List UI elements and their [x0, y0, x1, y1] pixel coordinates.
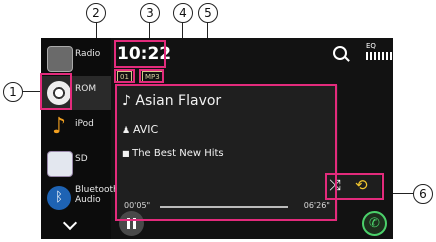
source-item-radio[interactable]: Radio [41, 41, 111, 75]
source-label: iPod [75, 119, 94, 129]
callout-6: 6 [413, 184, 433, 204]
radio-icon [47, 46, 73, 72]
callout-3: 3 [140, 3, 160, 23]
leader-1 [22, 91, 42, 92]
sd-card-icon [47, 151, 73, 177]
music-note-icon: ♪ [51, 114, 67, 139]
eq-label: EQ [366, 42, 376, 50]
highlight-source-rom [40, 73, 72, 110]
source-label: SD [75, 154, 88, 164]
source-item-sd[interactable]: SD [41, 146, 111, 180]
highlight-track-panel [115, 84, 337, 221]
callout-2: 2 [86, 3, 106, 23]
highlight-clock [114, 40, 166, 68]
highlight-format-badge [139, 69, 164, 83]
source-sidebar: Radio ROM ♪ iPod SD ᛒ Bluetooth Audio [41, 38, 119, 239]
phone-icon: ✆ [369, 216, 380, 231]
phone-button[interactable]: ✆ [362, 211, 387, 236]
callout-4: 4 [173, 3, 193, 23]
search-icon-handle [344, 56, 350, 62]
eq-button[interactable]: EQ [366, 42, 393, 62]
bluetooth-icon: ᛒ [47, 186, 71, 210]
chevron-down-icon[interactable] [62, 215, 78, 231]
highlight-track-badge [114, 69, 135, 83]
highlight-playback-modes [325, 173, 384, 200]
callout-5: 5 [198, 3, 218, 23]
source-label: ROM [75, 84, 97, 94]
source-label: Bluetooth Audio [75, 185, 119, 205]
source-item-ipod[interactable]: ♪ iPod [41, 111, 111, 145]
eq-icon [366, 52, 393, 60]
source-label: Radio [75, 49, 101, 59]
callout-1: 1 [3, 82, 23, 102]
